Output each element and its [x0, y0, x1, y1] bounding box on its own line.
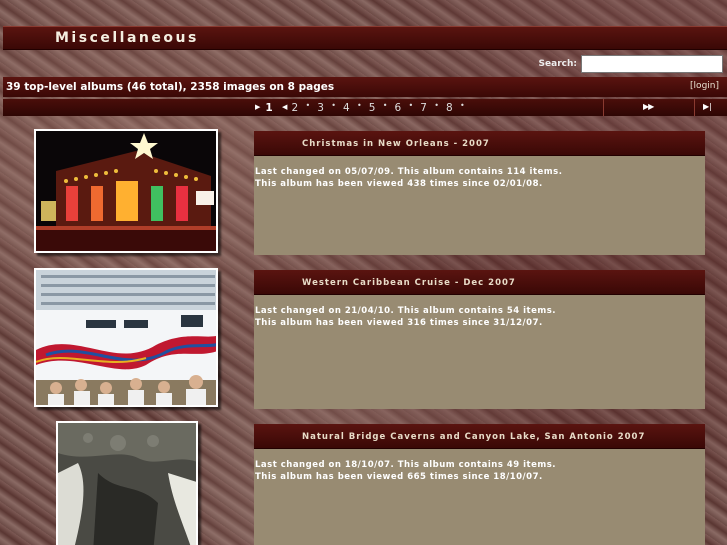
album-card-1: Christmas in New Orleans - 2007 Last cha…	[254, 131, 705, 255]
cavern-image	[58, 423, 196, 545]
search-input[interactable]	[581, 55, 723, 73]
album-card-2: Western Caribbean Cruise - Dec 2007 Last…	[254, 270, 705, 409]
album-title-link[interactable]: Christmas in New Orleans - 2007	[302, 139, 490, 149]
page-separator-icon: •	[382, 101, 388, 110]
pager-divider	[694, 99, 695, 116]
current-page-arrow-icon: ▶	[255, 103, 261, 111]
album-title-link[interactable]: Natural Bridge Caverns and Canyon Lake, …	[302, 432, 645, 442]
page-link-4[interactable]: 4	[343, 102, 350, 114]
last-page-icon[interactable]: ▶|	[703, 102, 712, 111]
page-separator-icon: •	[459, 101, 465, 110]
page-link-7[interactable]: 7	[420, 102, 427, 114]
pager-bar: ▶ 1 ◀ 2 • 3 • 4 • 5 • 6 • 7 • 8 • ▶▶ ▶|	[3, 99, 727, 116]
album-stats: 39 top-level albums (46 total), 2358 ima…	[6, 81, 335, 93]
album-info: Last changed on 05/07/09. This album con…	[255, 167, 562, 190]
site-header: Miscellaneous	[3, 26, 727, 50]
album-card-3: Natural Bridge Caverns and Canyon Lake, …	[254, 424, 705, 545]
site-title: Miscellaneous	[55, 30, 199, 46]
album-viewed-text: This album has been viewed 316 times sin…	[255, 317, 543, 328]
page-separator-icon: •	[434, 101, 439, 110]
page-link-8[interactable]: 8	[446, 102, 453, 114]
page-separator-icon: •	[356, 101, 362, 110]
album-header: Natural Bridge Caverns and Canyon Lake, …	[254, 424, 705, 449]
cruise-ship-image	[36, 270, 216, 405]
page-separator-icon: •	[408, 101, 414, 110]
album-header: Western Caribbean Cruise - Dec 2007	[254, 270, 705, 295]
album-thumbnail-cruise[interactable]	[34, 268, 218, 407]
album-thumbnail-caverns[interactable]	[56, 421, 198, 545]
album-changed-text: Last changed on 21/04/10. This album con…	[255, 306, 557, 316]
page-separator-icon: •	[305, 101, 311, 110]
page-current: 1	[265, 102, 273, 114]
next-page-icon[interactable]: ▶▶	[643, 102, 654, 111]
album-title-link[interactable]: Western Caribbean Cruise - Dec 2007	[302, 278, 516, 288]
album-thumbnail-christmas[interactable]	[34, 129, 218, 253]
page-link-5[interactable]: 5	[369, 102, 376, 114]
search-area: Search:	[523, 55, 723, 73]
login-link[interactable]: [login]	[690, 81, 719, 91]
album-info: Last changed on 21/04/10. This album con…	[255, 306, 556, 329]
page-link-2[interactable]: 2	[291, 102, 298, 114]
christmas-house-image	[36, 131, 216, 251]
album-changed-text: Last changed on 05/07/09. This album con…	[255, 167, 563, 177]
album-viewed-text: This album has been viewed 665 times sin…	[255, 471, 543, 482]
album-viewed-text: This album has been viewed 438 times sin…	[255, 178, 543, 189]
page-navigation: ▶ 1 ◀ 2 • 3 • 4 • 5 • 6 • 7 • 8 •	[255, 101, 472, 114]
page-link-6[interactable]: 6	[394, 102, 401, 114]
album-info: Last changed on 18/10/07. This album con…	[255, 460, 556, 483]
prev-arrow-icon: ◀	[282, 103, 288, 111]
album-changed-text: Last changed on 18/10/07. This album con…	[255, 460, 557, 470]
page-link-3[interactable]: 3	[317, 102, 324, 114]
pager-divider	[603, 99, 604, 116]
album-header: Christmas in New Orleans - 2007	[254, 131, 705, 156]
search-label: Search:	[538, 59, 577, 69]
stats-bar: 39 top-level albums (46 total), 2358 ima…	[3, 77, 727, 97]
page-separator-icon: •	[331, 101, 336, 110]
